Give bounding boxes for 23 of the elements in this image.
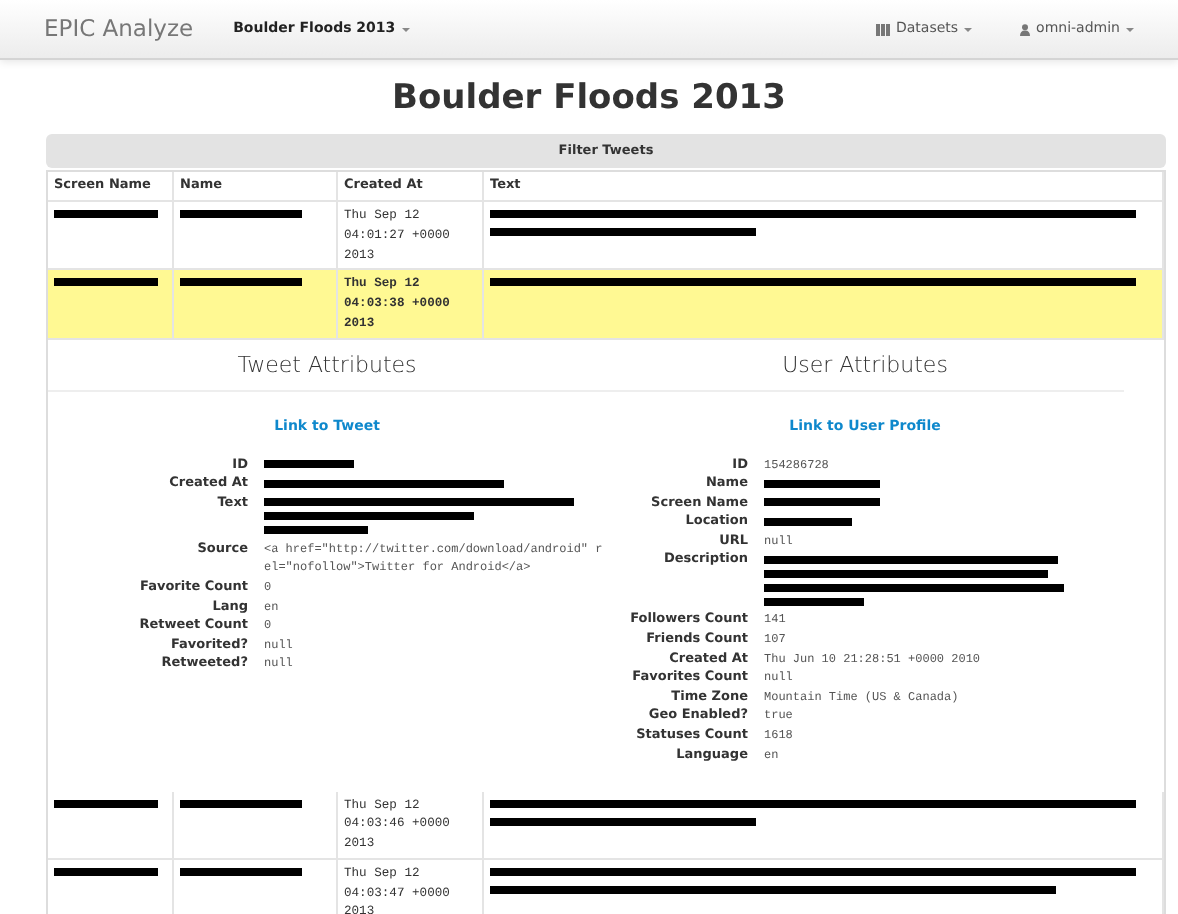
- redaction-bar: [54, 278, 158, 287]
- redaction-bar: [54, 799, 158, 807]
- caret-icon: [401, 27, 410, 31]
- redaction-bar: [764, 518, 852, 527]
- redaction-bar: [180, 278, 302, 287]
- section-heading: User Attributes: [606, 349, 1124, 392]
- user-icon: [1020, 23, 1031, 35]
- redaction-bar: [54, 210, 158, 218]
- grid-icon: [875, 23, 890, 35]
- page-title: Boulder Floods 2013: [390, 76, 788, 122]
- redaction-bar: [764, 479, 880, 488]
- caret-icon: [1126, 27, 1134, 31]
- caret-icon: [964, 27, 973, 31]
- redaction-bar: [54, 867, 158, 876]
- section-heading: Tweet Attributes: [48, 349, 606, 392]
- redaction-bar: [180, 867, 302, 876]
- redaction-bar: [264, 460, 354, 469]
- redaction-bar: [764, 597, 864, 606]
- redaction-bar: [180, 799, 302, 807]
- app-brand[interactable]: EPIC Analyze: [44, 11, 194, 47]
- redaction-bar: [264, 526, 368, 535]
- redaction-bar: [764, 498, 880, 507]
- redaction-bar: [180, 210, 302, 218]
